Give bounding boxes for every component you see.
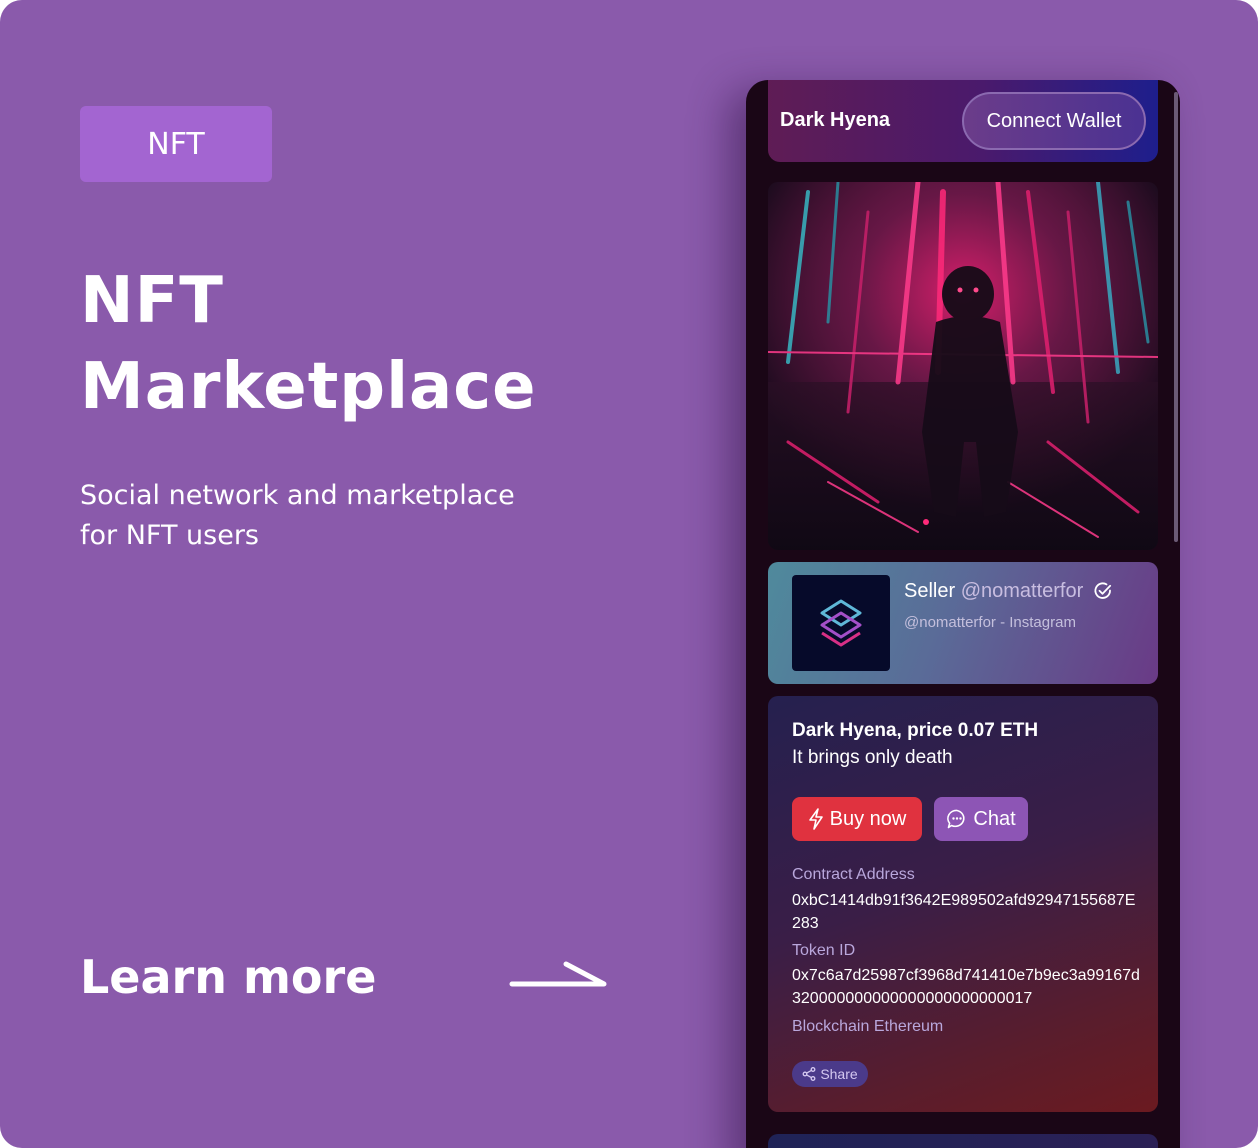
share-button[interactable]: Share [792,1061,868,1087]
blockchain-label: Blockchain [792,1018,870,1035]
seller-card[interactable]: Seller @nomatterfor @nomatterfor - Insta… [768,562,1158,684]
item-description: It brings only death [792,747,953,768]
page-title: NFT Marketplace [80,258,680,430]
seller-avatar [792,575,890,671]
blockchain-row: Blockchain Ethereum [792,1018,943,1036]
share-label: Share [820,1066,858,1082]
seller-instagram-link[interactable]: @nomatterfor - Instagram [904,614,1076,631]
category-tag: NFT [80,106,272,182]
promo-card: NFT NFT Marketplace Social network and m… [0,0,1258,1148]
page-subtitle: Social network and marketplace for NFT u… [80,480,515,551]
app-brand: Dark Hyena [780,109,891,131]
title-line-1: NFT [80,264,224,338]
lightning-icon [808,808,823,830]
contract-address-label: Contract Address [792,866,915,883]
token-id-label: Token ID [792,942,856,959]
seller-label: Seller [904,580,956,602]
learn-more-link[interactable]: Learn more [80,950,376,1004]
token-id-value: 0x7c6a7d25987cf3968d741410e7b9ec3a99167d… [792,967,1140,1007]
next-card-peek [768,1134,1158,1148]
artwork-illustration [768,182,1158,550]
contract-address-value: 0xbC1414db91f3642E989502afd92947155687E2… [792,892,1136,932]
connect-wallet-button[interactable]: Connect Wallet [962,92,1146,150]
chat-button[interactable]: Chat [934,797,1028,841]
scrollbar[interactable] [1174,92,1178,542]
seller-name: Seller @nomatterfor [904,580,1083,603]
chat-bubble-icon [947,809,965,829]
seller-logo-icon [820,599,862,647]
phone-mockup: Dark Hyena Connect Wallet Seller @nomatt… [746,80,1180,1148]
buy-now-label: Buy now [829,807,907,830]
verified-check-icon [1094,582,1112,599]
chat-label: Chat [973,807,1016,830]
seller-handle-link[interactable]: @nomatterfor [961,580,1084,602]
nft-artwork-image [768,182,1158,550]
arrow-right-icon[interactable] [508,958,610,994]
app-header: Dark Hyena Connect Wallet [768,80,1158,162]
title-line-2: Marketplace [80,350,537,424]
item-title: Dark Hyena, price 0.07 ETH [792,720,1039,741]
buy-now-button[interactable]: Buy now [792,797,922,841]
blockchain-value: Ethereum [873,1018,944,1035]
share-icon [802,1067,816,1081]
item-details-card: Dark Hyena, price 0.07 ETH It brings onl… [768,696,1158,1112]
